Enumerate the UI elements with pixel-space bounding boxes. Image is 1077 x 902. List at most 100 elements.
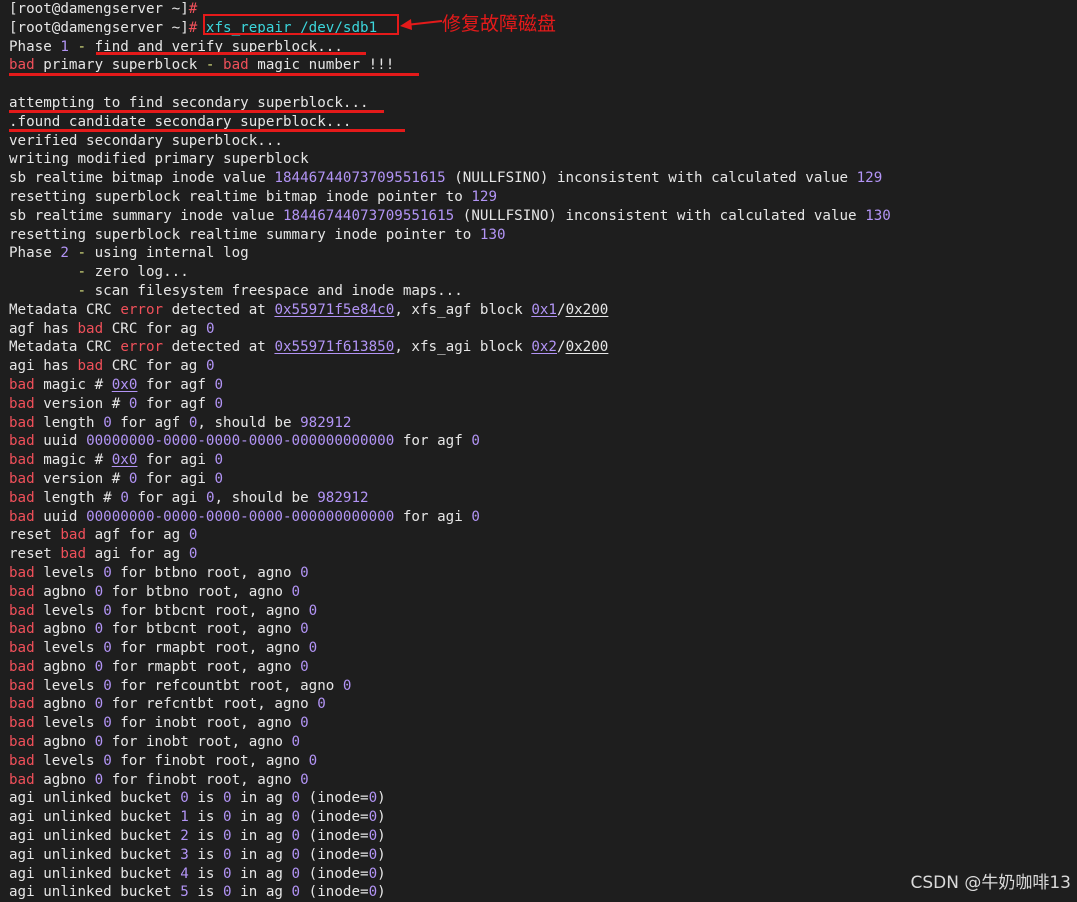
terminal-text: - <box>77 264 87 281</box>
terminal-text: is <box>188 790 224 807</box>
terminal-text: 0 <box>103 677 112 694</box>
terminal-text: agi unlinked bucket <box>9 790 181 807</box>
terminal-text: for agi <box>394 508 472 525</box>
terminal-text: bad <box>9 395 35 412</box>
terminal-text: 0 <box>368 865 378 882</box>
terminal-text: 0 <box>205 358 215 375</box>
terminal-text: bad <box>9 57 35 74</box>
terminal-text: agi unlinked bucket <box>9 865 181 882</box>
terminal-text: 0x200 <box>565 339 609 356</box>
terminal-text: Phase <box>9 245 61 262</box>
terminal-text: (inode= <box>300 884 369 901</box>
terminal-text: 1 <box>180 809 189 826</box>
terminal-text: 00000000-0000-0000-0000-000000000000 <box>86 433 395 450</box>
terminal-text: # <box>188 1 198 17</box>
terminal-text: ) inconsistent with calculated value <box>539 170 857 187</box>
terminal-text: bad <box>9 376 35 393</box>
terminal-text: writing modified primary superblock <box>9 151 309 168</box>
terminal-text: is <box>188 865 224 882</box>
terminal-text: 2 <box>180 828 189 845</box>
terminal-text: in ag <box>231 790 292 807</box>
arrow-icon <box>400 19 443 30</box>
terminal-text: 0x55971f613850 <box>274 339 395 356</box>
terminal-text: agi unlinked bucket <box>9 884 181 901</box>
terminal-line: bad magic # 0x0 for agf 0 <box>9 376 1077 395</box>
terminal-text: 0 <box>471 508 480 525</box>
terminal-text: primary superblock <box>34 57 206 74</box>
terminal-text: 129 <box>471 188 498 205</box>
terminal-text: agf has <box>9 320 78 337</box>
terminal-text: magic number !!! <box>248 57 395 74</box>
terminal-text: agbno <box>34 583 95 600</box>
terminal-line: bad levels 0 for rmapbt root, agno 0 <box>9 639 1077 658</box>
terminal-text: bad <box>9 470 35 487</box>
terminal-text: / <box>557 301 566 318</box>
terminal-text: zero log... <box>86 264 189 281</box>
terminal-text: agf for ag <box>86 527 189 544</box>
terminal-text: in ag <box>231 846 292 863</box>
terminal-text: bad <box>9 621 35 638</box>
terminal-text: 0 <box>120 489 129 506</box>
underline-mark <box>9 110 384 113</box>
terminal-text: 18446744073709551615 <box>274 170 446 187</box>
terminal-output[interactable]: [root@damengserver ~]# [root@damengserver… <box>0 0 1077 900</box>
terminal-text: 0x0 <box>111 452 138 469</box>
terminal-text: resetting superblock realtime summary in… <box>9 226 480 243</box>
terminal-text: 0 <box>188 527 198 544</box>
terminal-text: verified secondary superblock... <box>9 132 283 149</box>
terminal-text: uuid <box>34 508 87 525</box>
terminal-line: bad length # 0 for agi 0, should be 9829… <box>9 489 1077 508</box>
terminal-text: scan filesystem freespace and inode maps… <box>86 282 463 299</box>
terminal-text: 130 <box>865 207 891 224</box>
terminal-text: ) <box>377 790 386 807</box>
terminal-line: bad levels 0 for inobt root, agno 0 <box>9 714 1077 733</box>
terminal-text: - <box>68 245 95 262</box>
terminal-line: agi unlinked bucket 2 is 0 in ag 0 (inod… <box>9 827 1077 846</box>
terminal-text: 0 <box>368 809 378 826</box>
terminal-line: Metadata CRC error detected at 0x55971f6… <box>9 338 1077 357</box>
terminal-text: 0 <box>214 376 224 393</box>
terminal-text: levels <box>34 752 104 769</box>
terminal-text: ( <box>454 207 472 224</box>
terminal-text: Metadata CRC <box>9 301 121 318</box>
terminal-text: bad <box>9 752 35 769</box>
terminal-text: 0 <box>368 828 378 845</box>
terminal-text: for finobt root, agno <box>111 752 309 769</box>
terminal-text: for inobt root, agno <box>103 734 292 751</box>
terminal-text: 0 <box>223 790 232 807</box>
terminal-text: 0 <box>291 884 301 901</box>
terminal-text: 0 <box>291 790 301 807</box>
terminal-text: 0x1 <box>531 301 557 318</box>
terminal-line: reset bad agi for ag 0 <box>9 545 1077 564</box>
terminal-text: 0 <box>94 771 104 788</box>
terminal-text: 0 <box>214 470 224 487</box>
terminal-text: 0 <box>103 640 112 657</box>
terminal-text: 0 <box>308 640 318 657</box>
terminal-text: is <box>188 884 224 901</box>
terminal-text: 0 <box>300 715 309 732</box>
terminal-line: Metadata CRC error detected at 0x55971f5… <box>9 301 1077 320</box>
terminal-text: 0 <box>291 846 301 863</box>
terminal-text: 0x200 <box>565 301 609 318</box>
terminal-text: 982912 <box>300 414 352 431</box>
terminal-text: 129 <box>856 170 883 187</box>
terminal-text: bad <box>9 640 35 657</box>
terminal-text: agbno <box>34 734 95 751</box>
terminal-text: for btbcnt root, agno <box>103 621 301 638</box>
underline-mark <box>9 73 419 76</box>
terminal-text: 4 <box>180 865 189 882</box>
terminal-text: for agi <box>128 489 206 506</box>
terminal-text: ) <box>377 865 386 882</box>
terminal-text: error <box>120 339 164 356</box>
terminal-text: 0x55971f5e84c0 <box>274 301 395 318</box>
terminal-text: 0 <box>214 395 224 412</box>
terminal-text: bad <box>9 452 35 469</box>
terminal-text: in ag <box>231 828 292 845</box>
terminal-text: bad <box>9 658 35 675</box>
terminal-line: bad levels 0 for btbcnt root, agno 0 <box>9 602 1077 621</box>
terminal-text: bad <box>9 602 35 619</box>
terminal-text: 0 <box>308 752 318 769</box>
terminal-text: for finobt root, agno <box>103 771 301 788</box>
terminal-text: [root@damengserver ~] <box>9 19 189 36</box>
